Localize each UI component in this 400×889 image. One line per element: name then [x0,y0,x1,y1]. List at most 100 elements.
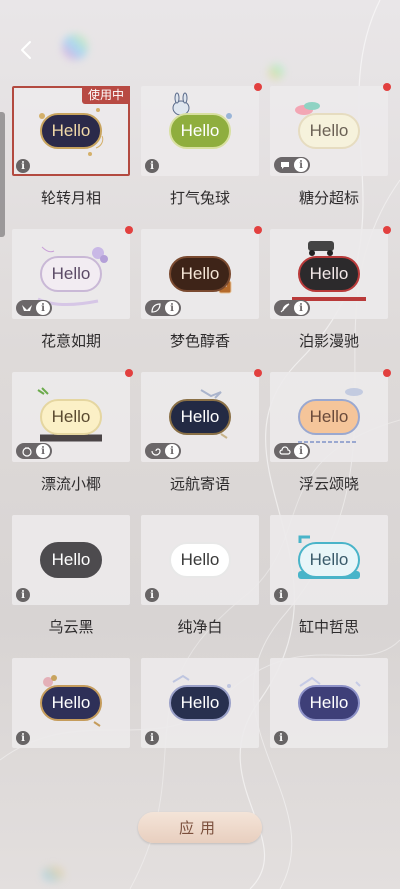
feature-pill: i [274,443,310,459]
info-area: i [274,300,310,316]
info-icon[interactable]: i [165,444,179,458]
feature-pill: i [274,157,310,173]
bubble-preview-card[interactable]: Hello i [141,369,262,462]
message-icon [279,159,291,171]
info-area: i [16,300,52,316]
info-area: i [16,588,30,602]
bubble-style-name: 梦色醇香 [169,332,230,350]
chat-bubble-preview: Hello [298,685,360,721]
chat-bubble-preview: Hello [40,685,102,721]
info-area: i [145,443,181,459]
light-flare [42,866,64,882]
chat-bubble-preview: Hello [169,685,231,721]
ribbon-icon [21,302,33,314]
chat-bubble-preview: Hello [298,113,360,149]
chat-bubble-preview: Hello [169,542,231,578]
light-flare [268,64,284,80]
bubble-preview-card[interactable]: Hello i [141,226,262,319]
bubble-preview-card[interactable]: Hello i [12,226,133,319]
coconut-icon [21,445,33,457]
chat-bubble-preview: Hello [40,542,102,578]
info-icon[interactable]: i [294,158,308,172]
info-icon[interactable]: i [16,159,30,173]
bubble-style-item[interactable]: Hello i 打气兔球 [141,83,262,207]
info-icon[interactable]: i [16,588,30,602]
bubble-preview-card[interactable]: Hello i [270,369,391,462]
bubble-preview-card[interactable]: Hello i [12,515,130,605]
bubble-style-item[interactable]: Hello i [270,658,388,748]
scroll-handle[interactable] [0,112,5,237]
info-icon[interactable]: i [294,444,308,458]
feather-icon [279,302,291,314]
bubble-style-item[interactable]: Hello i 远航寄语 [141,369,262,493]
bubble-style-item[interactable]: Hello i [141,658,259,748]
info-area: i [274,588,288,602]
swirl-icon [150,445,162,457]
bubble-preview-card[interactable]: Hello i [270,515,388,605]
chat-bubble-preview: Hello [169,256,231,292]
chat-bubble-preview: Hello [169,113,231,149]
info-area: i [274,443,310,459]
info-icon[interactable]: i [145,731,159,745]
bubble-style-item[interactable]: Hello i 漂流小椰 [12,369,133,493]
bubble-preview-card[interactable]: Hello i [141,658,259,748]
bubble-style-item[interactable]: Hello i 花意如期 [12,226,133,350]
bubble-preview-card[interactable]: Hello i [12,658,130,748]
info-area: i [16,443,52,459]
feature-pill: i [145,443,181,459]
bubble-style-item[interactable]: Hello 使用中 i 轮转月相 [12,86,130,207]
bubble-style-name: 泊影漫驰 [298,332,359,350]
info-icon[interactable]: i [274,731,288,745]
chat-bubble-preview: Hello [298,256,360,292]
info-area: i [274,731,288,745]
back-button[interactable] [12,36,40,64]
chat-bubble-preview: Hello [298,542,360,578]
bubble-style-item[interactable]: Hello i [12,658,130,748]
bubble-style-name: 远航寄语 [169,475,230,493]
info-area: i [145,588,159,602]
bubble-preview-card[interactable]: Hello 使用中 i [12,86,130,176]
new-indicator-dot [383,369,391,377]
bubble-style-name: 乌云黑 [48,618,94,636]
new-indicator-dot [254,83,262,91]
info-area: i [145,731,159,745]
bubble-style-name: 漂流小椰 [40,475,101,493]
info-icon[interactable]: i [294,301,308,315]
bubble-preview-card[interactable]: Hello i [141,83,262,176]
bubble-preview-card[interactable]: Hello i [12,369,133,462]
bubble-style-name: 花意如期 [40,332,101,350]
info-icon[interactable]: i [145,159,159,173]
bubble-style-name: 糖分超标 [298,189,359,207]
info-area: i [145,300,181,316]
new-indicator-dot [254,369,262,377]
info-icon[interactable]: i [145,588,159,602]
new-indicator-dot [383,226,391,234]
bubble-style-name: 缸中哲思 [298,618,359,636]
bubble-style-item[interactable]: Hello i 缸中哲思 [270,515,388,636]
bubble-preview-card[interactable]: Hello i [270,83,391,176]
info-icon[interactable]: i [165,301,179,315]
chat-bubble-preview: Hello [169,399,231,435]
bubble-style-item[interactable]: Hello i 糖分超标 [270,83,391,207]
bubble-preview-card[interactable]: Hello i [270,658,388,748]
info-icon[interactable]: i [16,731,30,745]
new-indicator-dot [125,369,133,377]
info-icon[interactable]: i [274,588,288,602]
bubble-preview-card[interactable]: Hello i [141,515,259,605]
bubble-style-name: 浮云颂晓 [298,475,359,493]
new-indicator-dot [254,226,262,234]
bubble-style-name: 打气兔球 [169,189,230,207]
bubble-style-item[interactable]: Hello i 泊影漫驰 [270,226,391,350]
bubble-style-item[interactable]: Hello i 乌云黑 [12,515,130,636]
bubble-style-item[interactable]: Hello i 纯净白 [141,515,259,636]
bubble-preview-card[interactable]: Hello i [270,226,391,319]
apply-button[interactable]: 应用 [138,812,262,843]
bubble-style-item[interactable]: Hello i 浮云颂晓 [270,369,391,493]
cloud-icon [279,445,291,457]
bubble-style-item[interactable]: Hello i 梦色醇香 [141,226,262,350]
feature-pill: i [274,300,310,316]
chat-bubble-preview: Hello [40,113,102,149]
info-icon[interactable]: i [36,444,50,458]
chat-bubble-preview: Hello [40,256,102,292]
info-icon[interactable]: i [36,301,50,315]
